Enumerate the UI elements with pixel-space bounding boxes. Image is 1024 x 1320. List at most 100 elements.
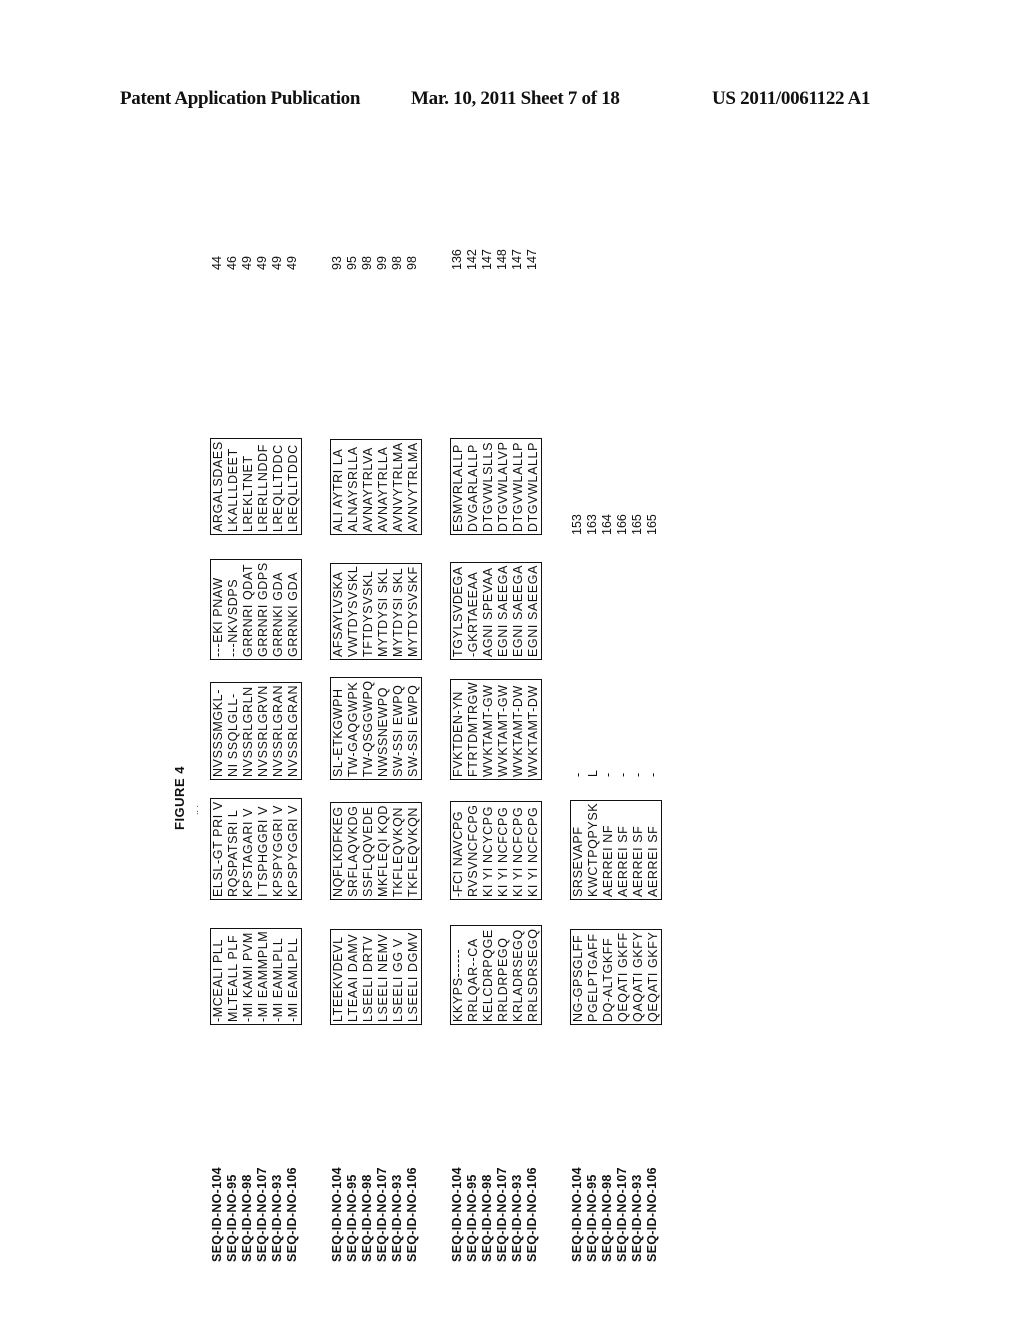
- residue-row: NWSSNEWPQ: [376, 686, 390, 777]
- residue-row: AVNVYTRLMA: [406, 442, 420, 532]
- end-position: 165: [645, 514, 659, 535]
- sequence-id-label: SEQ-ID-NO-93: [630, 1174, 644, 1262]
- residue-row: LRERLLNDDF: [256, 444, 270, 532]
- residue-row: AERREI NF: [601, 824, 615, 897]
- end-position: 163: [585, 514, 599, 535]
- residue-row: DVGARLALLP: [466, 444, 480, 532]
- alignment-block: SEQ-ID-NO-104 SEQ-ID-NO-95 SEQ-ID-NO-98 SEQ…: [570, 160, 670, 1270]
- sequence-id-label: SEQ-ID-NO-104: [450, 1167, 464, 1262]
- end-position: 49: [285, 256, 299, 270]
- publication-label: Patent Application Publication: [120, 88, 361, 109]
- end-position: 98: [390, 256, 404, 270]
- residue-row: KI YI NCFCPG: [496, 806, 510, 897]
- patent-number: US 2011/0061122 A1: [712, 88, 871, 109]
- alignment-segment: KKYPS------ RRLQAR--CA KELCDRPQGE RRLDRPEGQ…: [450, 925, 542, 1025]
- residue-row: -MCEALI PLL: [211, 938, 225, 1022]
- residue-row: DQ-ALTGKFF: [601, 937, 615, 1022]
- residue-row: KPSPYGGRI V: [286, 804, 300, 897]
- residue-row: -MI EAMMPLM: [256, 930, 270, 1022]
- residue-row: RRLQAR--CA: [466, 938, 480, 1022]
- sequence-id-label: SEQ-ID-NO-95: [585, 1174, 599, 1262]
- end-position: 147: [510, 249, 524, 270]
- residue-row: MLTEALL PLF: [226, 934, 240, 1022]
- end-position: 44: [210, 256, 224, 270]
- residue-row: KRLADRSEGQ: [511, 929, 525, 1022]
- residue-row: KI YI NCYCPG: [481, 805, 495, 897]
- end-position: 147: [525, 249, 539, 270]
- end-position: 46: [225, 256, 239, 270]
- residue-row: -MI KAMI PVM: [241, 932, 255, 1022]
- residue-row: KKYPS------: [451, 948, 465, 1022]
- residue-row: GRRNRI QDAT: [241, 563, 255, 657]
- residue-row: SSFLQQVEDE: [361, 806, 375, 897]
- residue-row: LSEELI NEMV: [376, 933, 390, 1022]
- sequence-id-label: SEQ-ID-NO-98: [360, 1174, 374, 1262]
- alignment-segment: ARGALSDAES LKALLLDEET LREKLTNET LRERLLNDDF L…: [210, 438, 302, 535]
- residue-row: TKFLEQVKQN: [391, 806, 405, 897]
- sequence-id-label: SEQ-ID-NO-93: [270, 1174, 284, 1262]
- residue-row: QAQATI GKFY: [631, 931, 645, 1022]
- end-position-numbers: 44 46 49 49 49 49: [210, 256, 300, 270]
- end-position: 164: [600, 514, 614, 535]
- residue-row: ---EKI PNAW: [211, 577, 225, 657]
- residue-row: WVKTAMT-GW: [481, 684, 495, 777]
- end-position-numbers: 136 142 147 148 147 147: [450, 249, 540, 270]
- end-position: 98: [405, 256, 419, 270]
- residue-row: NVSSRLGRVN: [256, 685, 270, 777]
- alignment-segment: -FCI NAVCPG RVSVNCFCPG KI YI NCYCPG KI YI N…: [450, 801, 542, 900]
- end-position-numbers: 153 163 164 166 165 165: [570, 514, 660, 535]
- residue-row: RRLSDRSEGQ: [526, 928, 540, 1022]
- alignment-segment: AFSAYLVSKA VWTDYSVSKL TFTDYSVSKL MYTDYSI SK…: [330, 562, 422, 660]
- residue-row: ---NKVSDPS: [226, 578, 240, 657]
- figure-mark: .. .: [190, 804, 200, 815]
- residue-row: QEQATI GKFY: [646, 931, 660, 1022]
- figure-title: FIGURE 4: [172, 766, 187, 830]
- sequence-labels: SEQ-ID-NO-104 SEQ-ID-NO-95 SEQ-ID-NO-98 SEQ…: [450, 1132, 540, 1262]
- alignment-segment: ELSL-GT PRI V RQSPATSRI L KPSTAGARI VI TSP…: [210, 798, 302, 900]
- residue-row: ALNAYSRLLA: [346, 446, 360, 532]
- alignment-block: SEQ-ID-NO-104 SEQ-ID-NO-95 SEQ-ID-NO-98 SEQ…: [210, 160, 310, 1270]
- residue-row: I TSPHGGRI V: [256, 805, 270, 897]
- sequence-id-label: SEQ-ID-NO-95: [465, 1174, 479, 1262]
- residue-row: WVKTAMT-DW: [526, 685, 540, 777]
- sequence-id-label: SEQ-ID-NO-104: [330, 1167, 344, 1262]
- residue-row: TW-QSGGWPQ: [361, 680, 375, 777]
- end-position: 99: [375, 256, 389, 270]
- residue-row: L: [586, 769, 600, 777]
- page-header: Patent Application Publication Mar. 10, …: [0, 88, 1024, 118]
- residue-row: AERREI SF: [616, 825, 630, 897]
- alignment-segment: SRSEVAPF KWCTPQPYSK AERREI NF AERREI SF AERR…: [570, 799, 662, 900]
- residue-row: TKFLEQVKQN: [406, 806, 420, 897]
- residue-row: LREKLTNET: [241, 455, 255, 532]
- residue-row: GRRNRI GDPS: [256, 562, 270, 657]
- end-position: 136: [450, 249, 464, 270]
- sequence-id-label: SEQ-ID-NO-93: [390, 1174, 404, 1262]
- residue-row: EGNI SAEEGA: [496, 564, 510, 657]
- residue-row: WVKTAMT-GW: [496, 684, 510, 777]
- residue-row: LSEELI DGMV: [406, 932, 420, 1022]
- residue-row: LTEEKVDEVL: [331, 936, 345, 1022]
- residue-row: -: [631, 772, 645, 777]
- end-position: 148: [495, 249, 509, 270]
- sequence-alignment-figure: FIGURE 4 .. . SEQ-ID-NO-104 SEQ-ID-NO-95 S…: [110, 160, 662, 1270]
- residue-row: EGNI SAEEGA: [511, 564, 525, 657]
- residue-row: SRSEVAPF: [571, 826, 585, 897]
- sequence-id-label: SEQ-ID-NO-106: [285, 1167, 299, 1262]
- sequence-labels: SEQ-ID-NO-104 SEQ-ID-NO-95 SEQ-ID-NO-98 SEQ…: [330, 1132, 420, 1262]
- residue-row: FVKTDEN-YN: [451, 691, 465, 777]
- residue-row: RQSPATSRI L: [226, 809, 240, 897]
- residue-row: TGYLSVDEGA: [451, 566, 465, 657]
- residue-row: LKALLLDEET: [226, 448, 240, 532]
- residue-row: MYTDYSI SKL: [376, 567, 390, 657]
- end-position: 49: [240, 256, 254, 270]
- residue-row: LREQLLTDDC: [271, 444, 285, 532]
- residue-row: SL-ETKGWPH: [331, 688, 345, 777]
- residue-row: -GKRTAEEAA: [466, 571, 480, 657]
- sequence-id-label: SEQ-ID-NO-106: [645, 1167, 659, 1262]
- sequence-id-label: SEQ-ID-NO-95: [345, 1174, 359, 1262]
- end-position: 95: [345, 256, 359, 270]
- sequence-id-label: SEQ-ID-NO-107: [255, 1167, 269, 1262]
- residue-row: KPSPYGGRI V: [271, 804, 285, 897]
- end-position: 166: [615, 514, 629, 535]
- residue-row: SW-SSI EWPQ: [391, 684, 405, 778]
